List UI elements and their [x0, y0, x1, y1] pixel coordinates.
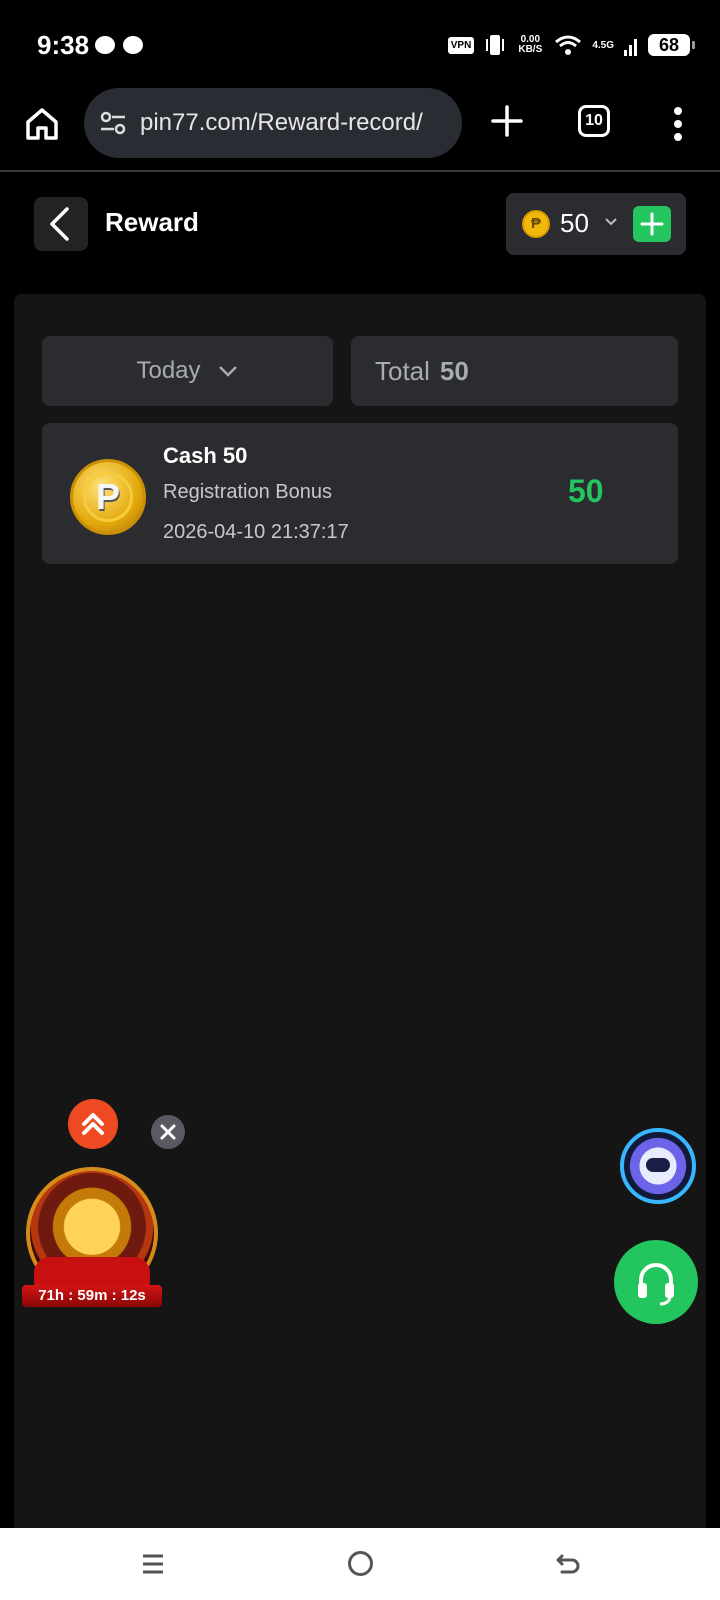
browser-toolbar: pin77.com/Reward-record/ 10: [0, 86, 720, 172]
plus-icon[interactable]: [490, 104, 524, 138]
chevron-left-icon: [50, 207, 69, 241]
balance-amount: 50: [560, 208, 589, 238]
back-button[interactable]: [34, 197, 88, 251]
peso-coin-icon: ₱: [522, 210, 550, 238]
wifi-icon: [555, 35, 582, 55]
home-icon[interactable]: [22, 104, 62, 144]
date-filter-dropdown[interactable]: Today: [42, 336, 333, 406]
wallet-balance[interactable]: ₱ 50: [506, 193, 686, 255]
vpn-icon: VPN: [447, 36, 475, 54]
more-vert-icon[interactable]: [668, 104, 688, 144]
url-text[interactable]: pin77.com/Reward-record/: [140, 109, 423, 137]
recent-apps-icon[interactable]: [141, 1552, 165, 1576]
network-type: 4.5G: [592, 39, 614, 51]
total-value: 50: [439, 355, 469, 386]
reward-page: Reward ₱ 50 Today Total 50 P Cash 50 Reg…: [0, 174, 720, 1528]
robot-icon: [646, 1158, 670, 1172]
coin-letter: P: [83, 472, 133, 522]
ai-assistant-button[interactable]: [620, 1128, 696, 1204]
record-time: 2026-04-10 21:37:17: [163, 521, 349, 543]
vibrate-icon: [486, 35, 505, 55]
page-title: Reward: [105, 207, 199, 237]
record-title: Cash 50: [163, 443, 248, 468]
signal-icon: [624, 39, 637, 56]
double-chevron-up-icon: [82, 1113, 104, 1135]
chat-bubble-icon: [95, 36, 115, 54]
net-speed: 0.00 KB/S: [518, 34, 543, 55]
total-label: Total: [375, 355, 430, 386]
plus-icon: [640, 212, 664, 236]
reward-record-item: P Cash 50 Registration Bonus 2026-04-10 …: [42, 423, 678, 564]
home-circle-icon[interactable]: [348, 1551, 373, 1576]
chevron-down-icon[interactable]: [604, 215, 618, 229]
tabs-icon[interactable]: 10: [578, 105, 610, 137]
record-type: Registration Bonus: [163, 481, 332, 503]
status-time: 9:38: [37, 30, 90, 60]
status-bar: 9:38 VPN 0.00 KB/S 4.5G 68: [0, 0, 720, 86]
peso-coin-icon: P: [70, 459, 146, 535]
customer-support-button[interactable]: [614, 1240, 698, 1324]
total-summary: Total 50: [351, 336, 678, 406]
battery-icon: 68: [648, 34, 695, 56]
chevron-down-icon: [218, 366, 237, 377]
record-amount: 50: [568, 473, 604, 509]
scroll-top-button[interactable]: [68, 1099, 118, 1149]
golden-egg-promo[interactable]: 71h : 59m : 12s: [22, 1167, 162, 1317]
site-settings-icon[interactable]: [98, 108, 128, 138]
messenger-icon: [123, 36, 143, 54]
address-bar[interactable]: pin77.com/Reward-record/: [84, 88, 462, 158]
promo-countdown: 71h : 59m : 12s: [22, 1285, 162, 1307]
headset-icon: [638, 1263, 674, 1306]
system-nav-bar: [0, 1528, 720, 1600]
back-icon[interactable]: [554, 1550, 582, 1578]
date-filter-label: Today: [136, 357, 201, 384]
status-icons: VPN 0.00 KB/S 4.5G 68: [447, 33, 695, 57]
deposit-button[interactable]: [633, 206, 671, 242]
close-promo-button[interactable]: [151, 1115, 185, 1149]
records-panel: Today Total 50 P Cash 50 Registration Bo…: [14, 294, 706, 1528]
notification-icons: [95, 36, 143, 54]
close-icon: [160, 1124, 176, 1140]
